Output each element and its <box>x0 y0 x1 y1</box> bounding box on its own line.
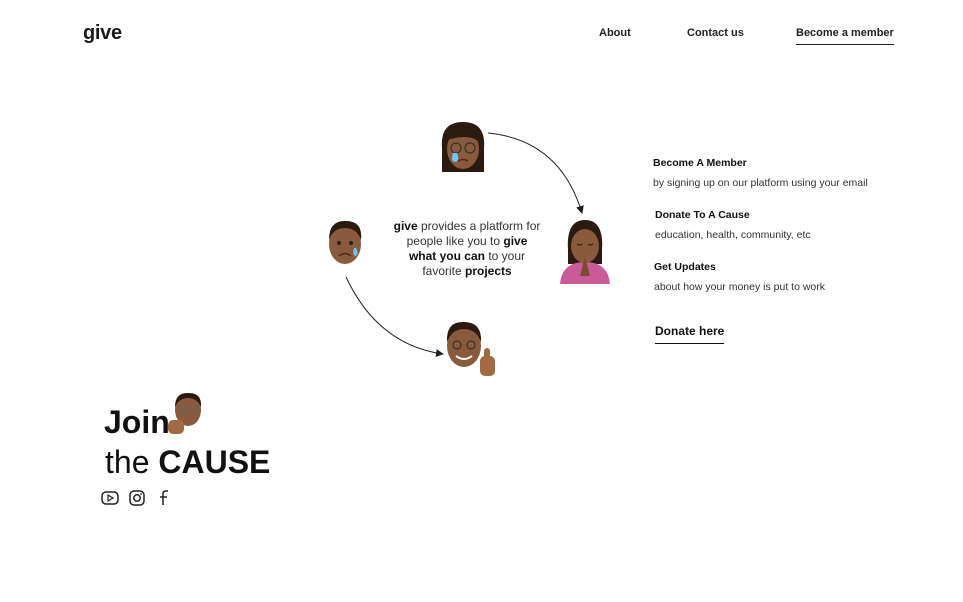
facebook-icon[interactable] <box>158 490 170 506</box>
arrow-top-right <box>487 132 584 214</box>
step-title: Get Updates <box>654 261 716 273</box>
praying-woman-avatar-icon <box>560 220 610 284</box>
hero-the: the <box>105 444 150 480</box>
man-with-glasses-avatar-icon <box>168 392 202 434</box>
logo[interactable]: give <box>83 22 122 45</box>
hero-join: Join <box>104 404 170 440</box>
platform-description: give provides a platform for people like… <box>392 219 542 279</box>
crying-woman-avatar-icon <box>441 122 485 172</box>
nav-contact-link[interactable]: Contact us <box>687 27 744 39</box>
youtube-icon[interactable] <box>101 490 119 506</box>
step-become-member: Become A Member by signing up on our pla… <box>653 157 868 189</box>
step-title: Become A Member <box>653 157 747 169</box>
hero-the-cause: the CAUSE <box>105 444 270 481</box>
brand-text: give <box>393 219 418 233</box>
crying-man-avatar-icon <box>329 220 362 264</box>
step-donate: Donate To A Cause education, health, com… <box>655 209 811 241</box>
step-title: Donate To A Cause <box>655 209 750 221</box>
thumbs-up-man-avatar-icon <box>446 321 495 376</box>
nav-about-link[interactable]: About <box>599 27 631 39</box>
step-description: about how your money is put to work <box>654 281 826 293</box>
cycle-arrows <box>345 132 584 357</box>
instagram-icon[interactable] <box>129 490 145 506</box>
nav-become-member-link[interactable]: Become a member <box>796 27 894 45</box>
projects-text: projects <box>465 264 512 278</box>
donate-here-link[interactable]: Donate here <box>655 324 725 344</box>
step-get-updates: Get Updates about how your money is put … <box>654 261 825 293</box>
hero-cause: CAUSE <box>158 444 271 480</box>
arrow-left-bottom <box>345 276 444 357</box>
step-description: education, health, community, etc <box>655 229 811 241</box>
step-description: by signing up on our platform using your… <box>653 177 868 189</box>
